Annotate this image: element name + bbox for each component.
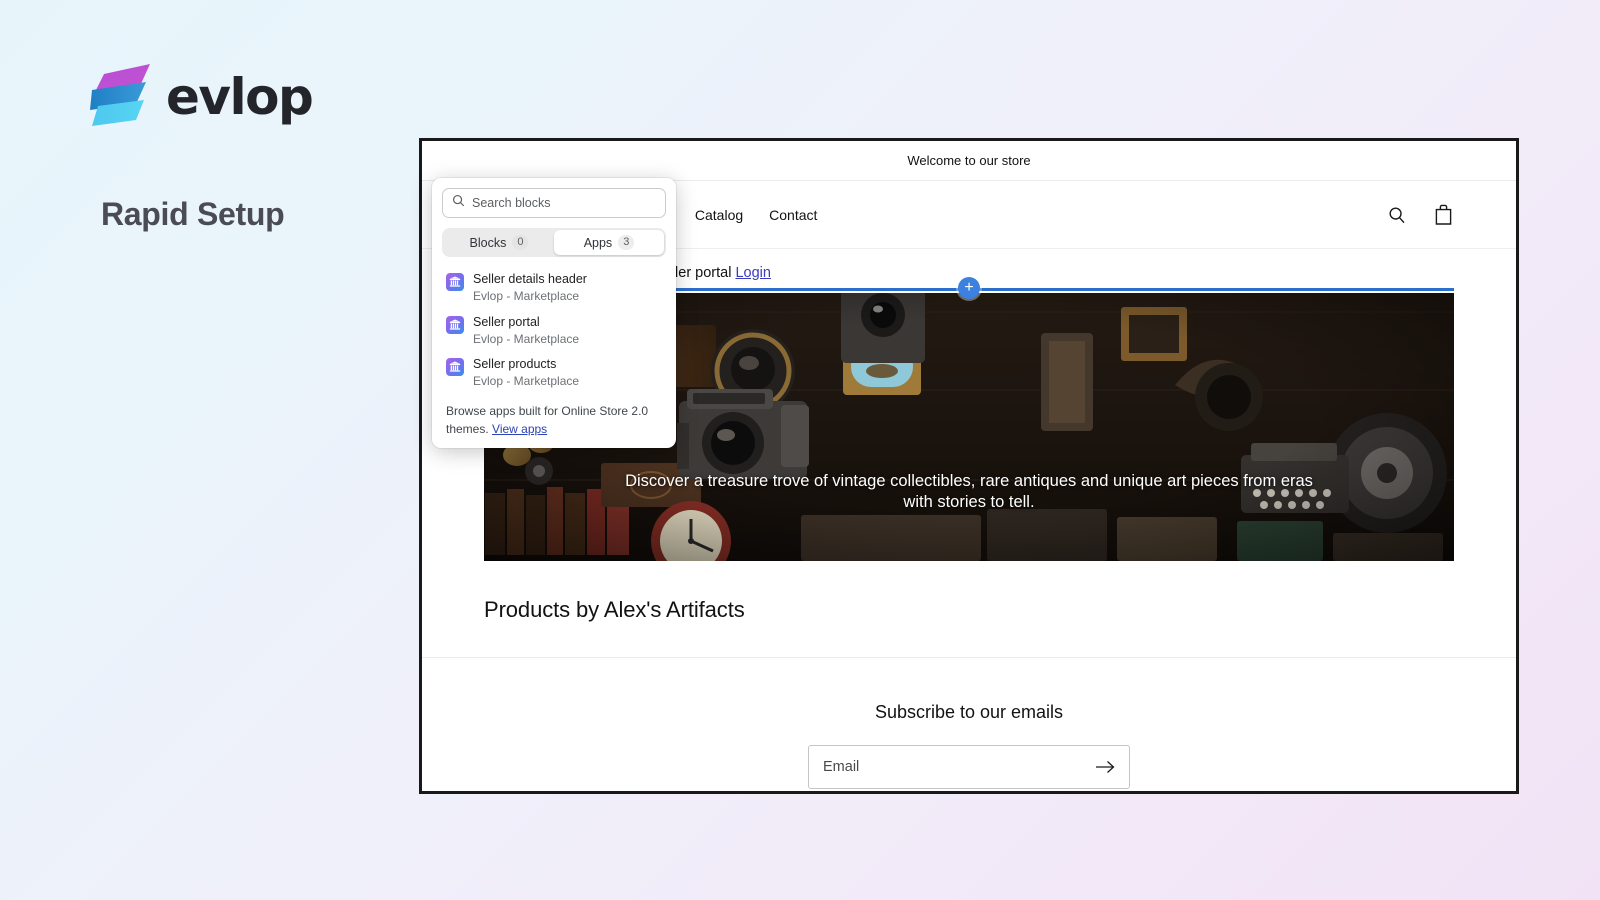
popover-footer: Browse apps built for Online Store 2.0 t… <box>442 396 666 440</box>
announcement-bar: Welcome to our store <box>422 141 1516 181</box>
list-item[interactable]: Seller details header Evlop - Marketplac… <box>442 268 666 311</box>
newsletter-title: Subscribe to our emails <box>422 702 1516 723</box>
storefront-icon <box>446 358 464 376</box>
evlop-logo-mark-icon <box>88 62 152 128</box>
brand-wordmark: evlop <box>166 72 312 122</box>
newsletter-form <box>808 745 1130 789</box>
store-footer: Subscribe to our emails <box>422 657 1516 789</box>
storefront-icon <box>446 316 464 334</box>
add-block-button[interactable]: + <box>958 277 980 299</box>
nav-item-contact[interactable]: Contact <box>769 207 817 223</box>
block-search-input[interactable] <box>472 196 656 210</box>
tab-apps[interactable]: Apps 3 <box>554 230 664 255</box>
tab-blocks[interactable]: Blocks 0 <box>444 230 554 255</box>
list-item[interactable]: Seller portal Evlop - Marketplace <box>442 311 666 354</box>
view-apps-link[interactable]: View apps <box>492 422 547 436</box>
announcement-text: Welcome to our store <box>907 153 1030 168</box>
header-actions <box>1387 204 1454 226</box>
list-item[interactable]: Seller products Evlop - Marketplace <box>442 353 666 396</box>
app-title: Seller portal <box>473 314 579 331</box>
app-title: Seller products <box>473 356 579 373</box>
tab-apps-label: Apps <box>584 236 613 250</box>
app-blocks-list: Seller details header Evlop - Marketplac… <box>442 268 666 396</box>
brand-logo: evlop <box>88 62 312 128</box>
login-link[interactable]: Login <box>735 265 770 281</box>
tab-blocks-count: 0 <box>512 235 528 250</box>
nav-item-catalog[interactable]: Catalog <box>695 207 743 223</box>
products-heading: Products by Alex's Artifacts <box>422 561 1516 657</box>
email-input[interactable] <box>823 759 1095 775</box>
tab-apps-count: 3 <box>618 235 634 250</box>
tab-blocks-label: Blocks <box>470 236 507 250</box>
search-icon <box>452 194 465 212</box>
app-subtitle: Evlop - Marketplace <box>473 331 579 348</box>
hero-caption: Discover a treasure trove of vintage col… <box>484 471 1454 514</box>
app-subtitle: Evlop - Marketplace <box>473 288 587 305</box>
brand-tagline: Rapid Setup <box>101 196 284 233</box>
popover-tabs: Blocks 0 Apps 3 <box>442 228 666 257</box>
block-search-field[interactable] <box>442 188 666 218</box>
app-title: Seller details header <box>473 271 587 288</box>
app-subtitle: Evlop - Marketplace <box>473 373 579 390</box>
add-block-popover: Blocks 0 Apps 3 Seller details <box>432 178 676 448</box>
branding-panel: evlop Rapid Setup <box>0 0 420 900</box>
storefront-icon <box>446 273 464 291</box>
search-icon[interactable] <box>1387 205 1407 225</box>
cart-icon[interactable] <box>1433 204 1454 226</box>
arrow-right-icon[interactable] <box>1095 760 1115 774</box>
